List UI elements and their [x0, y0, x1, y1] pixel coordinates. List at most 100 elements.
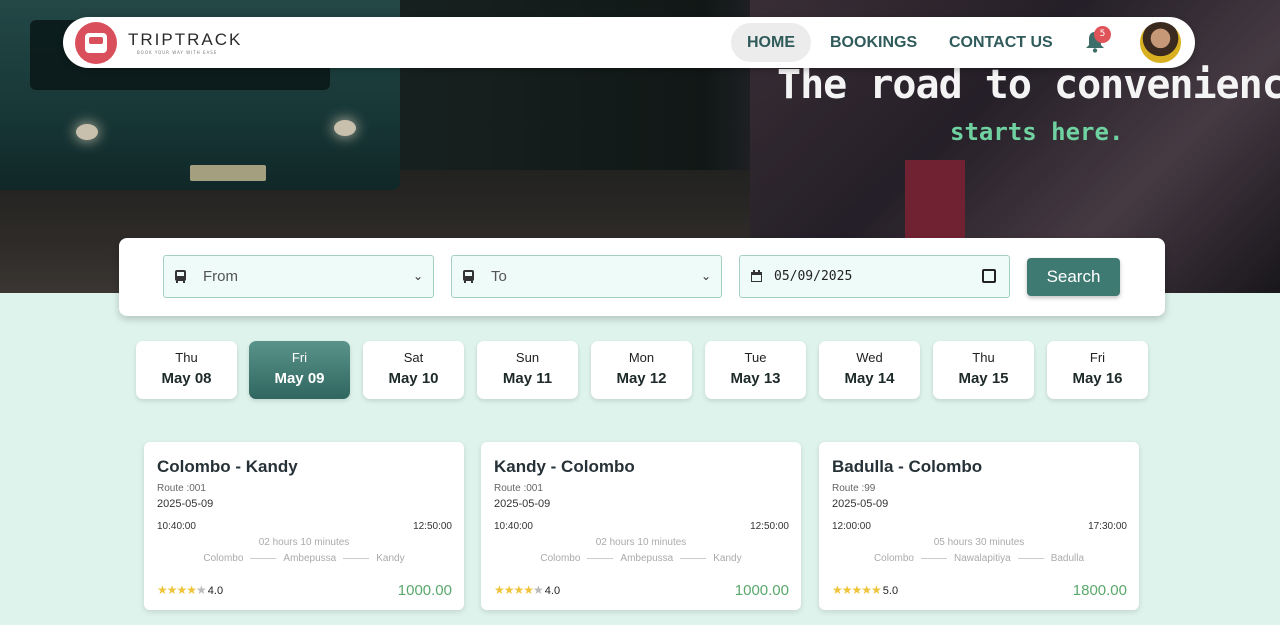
- day-date: May 13: [730, 370, 781, 387]
- from-select[interactable]: From ⌄: [163, 255, 434, 298]
- day-date: May 08: [161, 370, 212, 387]
- stop: Badulla: [1050, 553, 1085, 564]
- trip-card[interactable]: Badulla - Colombo Route :99 2025-05-09 1…: [819, 442, 1139, 610]
- trip-card[interactable]: Colombo - Kandy Route :001 2025-05-09 10…: [144, 442, 464, 610]
- date-input[interactable]: 05/09/2025: [739, 255, 1010, 298]
- brand-tagline: BOOK YOUR WAY WITH EASE: [137, 50, 218, 55]
- day-date: May 09: [274, 370, 325, 387]
- stop: Nawalapitiya: [953, 553, 1011, 564]
- day-date: May 14: [844, 370, 895, 387]
- star-icon: ★: [196, 583, 207, 597]
- trip-card[interactable]: Kandy - Colombo Route :001 2025-05-09 10…: [481, 442, 801, 610]
- trip-stops: Colombo Nawalapitiya Badulla: [819, 553, 1139, 564]
- arrival-time: 12:50:00: [413, 521, 452, 532]
- stop: Colombo: [873, 553, 914, 564]
- date-value: 05/09/2025: [774, 269, 853, 284]
- trip-route: Route :001: [494, 483, 543, 494]
- trip-date: 2025-05-09: [832, 498, 889, 510]
- brand-name: TRIPTRACK: [128, 30, 243, 49]
- trip-date: 2025-05-09: [157, 498, 214, 510]
- star-rating: ★★★★★ 4.0: [494, 583, 560, 597]
- trip-stops: Colombo Ambepussa Kandy: [481, 553, 801, 564]
- bus-icon: [85, 33, 107, 53]
- star-icon: ★★★★: [157, 583, 197, 597]
- day-date: May 15: [958, 370, 1009, 387]
- day-tab[interactable]: Sat May 10: [363, 341, 464, 399]
- departure-time: 10:40:00: [494, 521, 533, 532]
- trip-route: Route :99: [832, 483, 876, 494]
- stop: Ambepussa: [620, 553, 674, 564]
- day-weekday: Fri: [1089, 350, 1106, 365]
- trip-title: Badulla - Colombo: [832, 457, 983, 476]
- departure-time: 12:00:00: [832, 521, 871, 532]
- nav-home[interactable]: HOME: [731, 23, 811, 62]
- star-icon: ★: [533, 583, 544, 597]
- stop: Colombo: [540, 553, 581, 564]
- day-weekday: Wed: [856, 350, 883, 365]
- trip-duration: 02 hours 10 minutes: [258, 537, 350, 548]
- navbar: TRIPTRACK BOOK YOUR WAY WITH EASE HOME B…: [63, 17, 1195, 68]
- stop: Colombo: [203, 553, 244, 564]
- trip-price: 1000.00: [397, 582, 452, 599]
- from-placeholder: From: [203, 268, 238, 285]
- stop: Kandy: [376, 553, 405, 564]
- avatar[interactable]: [1138, 20, 1183, 65]
- logo[interactable]: [75, 22, 117, 64]
- day-weekday: Fri: [291, 350, 308, 365]
- hero-subline: starts here.: [950, 118, 1124, 146]
- trip-date: 2025-05-09: [494, 498, 551, 510]
- arrival-time: 17:30:00: [1088, 521, 1127, 532]
- search-panel: From ⌄ To ⌄ 05/09/2025 Search: [119, 238, 1165, 316]
- day-date: May 10: [388, 370, 439, 387]
- day-tab[interactable]: Fri May 16: [1047, 341, 1148, 399]
- day-date: May 12: [616, 370, 667, 387]
- day-weekday: Mon: [628, 350, 655, 365]
- arrival-time: 12:50:00: [750, 521, 789, 532]
- day-weekday: Thu: [972, 350, 995, 365]
- day-date: May 11: [502, 370, 553, 387]
- day-tab[interactable]: Thu May 08: [136, 341, 237, 399]
- to-placeholder: To: [491, 268, 507, 285]
- day-tab[interactable]: Thu May 15: [933, 341, 1034, 399]
- chevron-down-icon: ⌄: [412, 269, 423, 283]
- notification-badge: 5: [1094, 26, 1111, 43]
- trip-duration: 05 hours 30 minutes: [933, 537, 1025, 548]
- day-tab[interactable]: Mon May 12: [591, 341, 692, 399]
- trip-stops: Colombo Ambepussa Kandy: [144, 553, 464, 564]
- day-tab[interactable]: Sun May 11: [477, 341, 578, 399]
- departure-time: 10:40:00: [157, 521, 196, 532]
- nav-bookings[interactable]: BOOKINGS: [814, 23, 933, 62]
- stop: Kandy: [713, 553, 742, 564]
- hero-headline: The road to convenience: [777, 62, 1280, 108]
- search-button[interactable]: Search: [1027, 258, 1120, 296]
- stop: Ambepussa: [283, 553, 337, 564]
- trip-duration: 02 hours 10 minutes: [595, 537, 687, 548]
- calendar-icon: [751, 270, 762, 282]
- bus-icon: [175, 270, 186, 283]
- trip-title: Kandy - Colombo: [494, 457, 635, 476]
- calendar-picker-icon[interactable]: [982, 269, 996, 283]
- to-select[interactable]: To ⌄: [451, 255, 722, 298]
- trip-route: Route :001: [157, 483, 206, 494]
- trip-price: 1000.00: [734, 582, 789, 599]
- chevron-down-icon: ⌄: [700, 269, 711, 283]
- day-weekday: Sun: [515, 350, 540, 365]
- day-weekday: Thu: [175, 350, 198, 365]
- rating-value: 4.0: [207, 585, 224, 597]
- trip-title: Colombo - Kandy: [157, 457, 298, 476]
- star-rating: ★★★★★ 4.0: [157, 583, 223, 597]
- day-weekday: Sat: [403, 350, 424, 365]
- bus-icon: [463, 270, 474, 283]
- nav-contact-us[interactable]: CONTACT US: [933, 23, 1069, 62]
- rating-value: 5.0: [882, 585, 899, 597]
- day-tab-selected[interactable]: Fri May 09: [249, 341, 350, 399]
- day-tab[interactable]: Wed May 14: [819, 341, 920, 399]
- day-date: May 16: [1072, 370, 1123, 387]
- star-rating: ★★★★★ 5.0: [832, 583, 898, 597]
- day-weekday: Tue: [744, 350, 767, 365]
- rating-value: 4.0: [544, 585, 561, 597]
- trip-price: 1800.00: [1072, 582, 1127, 599]
- day-tab[interactable]: Tue May 13: [705, 341, 806, 399]
- star-icon: ★★★★★: [832, 583, 882, 597]
- star-icon: ★★★★: [494, 583, 534, 597]
